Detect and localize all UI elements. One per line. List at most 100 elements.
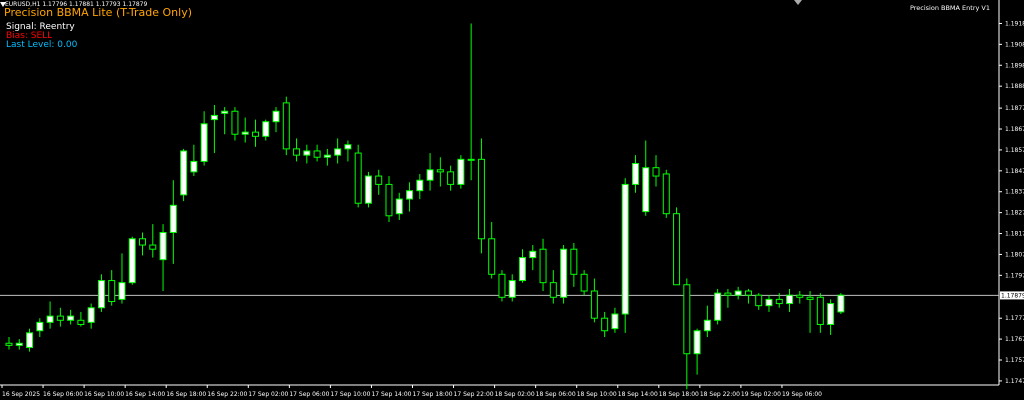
- time-tick-label: 18 Sep 14:00: [618, 391, 658, 398]
- candle-bear: [539, 248, 547, 284]
- price-tick-label: 1.18375: [1005, 189, 1024, 196]
- candle-bear: [313, 150, 321, 158]
- price-tick-label: 1.18880: [1005, 83, 1024, 90]
- candle-bear: [652, 167, 660, 177]
- candle-bull: [395, 198, 403, 215]
- candle-bull: [87, 307, 95, 323]
- indicator-title: Precision BBMA Lite (T-Trade Only): [4, 6, 193, 19]
- candle-bull: [693, 330, 701, 355]
- candle-bull: [714, 292, 722, 321]
- time-tick-label: 17 Sep 10:00: [330, 391, 370, 398]
- candle-bear: [796, 294, 804, 298]
- candle-bull: [519, 257, 526, 282]
- candle-bull: [15, 342, 23, 346]
- time-tick-label: 19 Sep 06:00: [782, 391, 822, 398]
- indicator-name-label: Precision BBMA Entry V1: [909, 4, 990, 12]
- candle-bear: [590, 290, 598, 319]
- candle-bear: [231, 110, 239, 135]
- candle-bear: [385, 183, 393, 217]
- candle-bull: [642, 167, 650, 213]
- time-tick-label: 16 Sep 06:00: [43, 391, 83, 398]
- candle-bull: [827, 303, 835, 325]
- candle-bear: [77, 319, 85, 325]
- current-price-label: 1.17879: [1001, 292, 1024, 299]
- candle-bull: [621, 183, 629, 315]
- candle-bear: [744, 290, 752, 296]
- price-tick-label: 1.18475: [1005, 168, 1024, 175]
- candle-bull: [734, 290, 742, 296]
- candle-bull: [128, 238, 136, 284]
- candle-bull: [169, 204, 177, 233]
- candle-bull: [36, 321, 44, 332]
- candle-bull: [703, 319, 711, 332]
- candle-bull: [364, 175, 372, 204]
- candle-bear: [775, 298, 783, 305]
- candle-bull: [334, 148, 342, 156]
- candle-bear: [662, 173, 670, 215]
- candle-bull: [118, 282, 126, 300]
- candle-bear: [755, 294, 763, 307]
- candle-bear: [549, 282, 557, 298]
- price-tick-label: 1.17975: [1005, 272, 1024, 279]
- candle-bull: [26, 332, 34, 348]
- candle-bear: [477, 158, 485, 240]
- time-tick-label: 18 Sep 02:00: [495, 391, 535, 398]
- candle-bull: [159, 231, 167, 261]
- price-tick-label: 1.17770: [1005, 315, 1024, 322]
- candle-bear: [724, 292, 732, 296]
- time-tick-label: 17 Sep 14:00: [371, 391, 411, 398]
- price-tick-label: 1.18675: [1005, 126, 1024, 133]
- price-tick-label: 1.18775: [1005, 105, 1024, 112]
- chart-shift-marker-icon[interactable]: [794, 0, 802, 5]
- candle-bear: [683, 284, 691, 355]
- price-tick-label: 1.18075: [1005, 251, 1024, 258]
- last-level-label: Last Level: 0.00: [6, 40, 78, 50]
- candle-bear: [580, 273, 588, 292]
- candle-bear: [498, 273, 506, 298]
- candle-bull: [631, 163, 639, 185]
- candle-bear: [570, 248, 578, 275]
- candle-bear: [251, 131, 259, 137]
- candle-bear: [5, 342, 13, 346]
- candle-bull: [190, 160, 198, 173]
- candle-bull: [508, 280, 516, 298]
- candle-bull: [67, 315, 75, 321]
- time-tick-label: 17 Sep 02:00: [248, 391, 288, 398]
- candle-bull: [786, 294, 794, 305]
- candle-bear: [139, 238, 147, 246]
- price-tick-label: 1.18175: [1005, 231, 1024, 238]
- candle-bull: [323, 154, 331, 158]
- time-tick-label: 16 Sep 14:00: [125, 391, 165, 398]
- time-tick-label: 17 Sep 22:00: [454, 391, 494, 398]
- candle-bear: [488, 238, 496, 275]
- chart-window[interactable]: 1.19180 1.19080 1.18980 1.18880 1.18775 1.186…: [0, 0, 1024, 400]
- candle-bear: [293, 148, 301, 156]
- price-tick-label: 1.19080: [1005, 41, 1024, 48]
- candle-bull: [416, 179, 424, 192]
- candle-bear: [673, 213, 681, 286]
- candle-bull: [303, 150, 311, 156]
- time-tick-label: 16 Sep 22:00: [207, 391, 247, 398]
- candle-bear: [816, 296, 824, 325]
- time-tick-label: 18 Sep 22:00: [700, 391, 740, 398]
- price-tick-label: 1.18980: [1005, 62, 1024, 69]
- candle-bull: [272, 110, 280, 123]
- price-tick-label: 1.17570: [1005, 357, 1024, 364]
- candle-bear: [806, 296, 814, 300]
- candle-bull: [611, 313, 619, 330]
- time-tick-label: 16 Sep 18:00: [166, 391, 206, 398]
- price-tick-label: 1.17470: [1005, 378, 1024, 385]
- candle-bull: [344, 144, 352, 150]
- candle-bear: [447, 171, 455, 185]
- candle-bear: [375, 175, 383, 185]
- candle-bull: [200, 123, 208, 162]
- price-tick-label: 1.18275: [1005, 210, 1024, 217]
- price-chart[interactable]: 1.19180 1.19080 1.18980 1.18880 1.18775 1.186…: [0, 0, 1024, 400]
- price-tick-label: 1.19180: [1005, 20, 1024, 27]
- candle-bull: [221, 110, 229, 114]
- candle-bull: [765, 298, 773, 307]
- candle-bull: [406, 190, 414, 200]
- candle-bull: [210, 114, 218, 121]
- time-tick-label: 18 Sep 18:00: [659, 391, 699, 398]
- candle-bull: [46, 315, 54, 323]
